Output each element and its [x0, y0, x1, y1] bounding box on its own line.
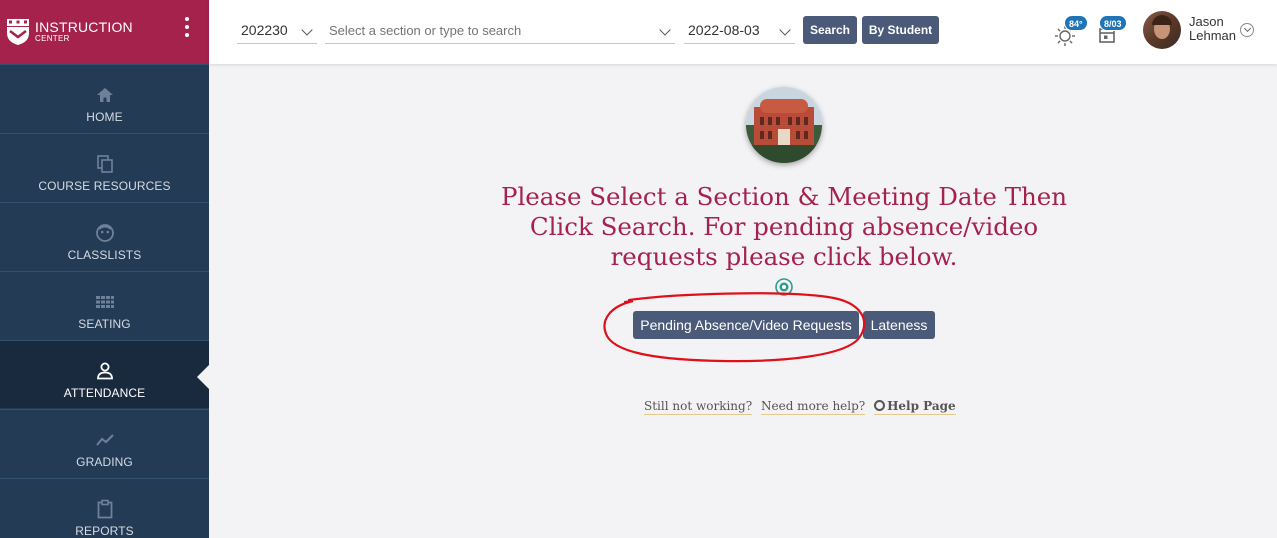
- term-select[interactable]: 202230: [237, 17, 317, 44]
- top-bar: 202230 2022-08-03 Search By Student 84° …: [209, 0, 1277, 64]
- date-value: 2022-08-03: [688, 22, 760, 38]
- home-icon: [96, 88, 113, 102]
- chevron-down-icon: [779, 24, 791, 36]
- user-last-name: Lehman: [1189, 28, 1236, 43]
- sidebar-item-seating[interactable]: SEATING: [0, 271, 209, 339]
- sidebar-item-label: HOME: [86, 110, 123, 124]
- clipboard-icon: [97, 499, 112, 519]
- instruction-headline: Please Select a Section & Meeting Date T…: [500, 182, 1068, 271]
- sidebar-item-label: REPORTS: [75, 524, 134, 538]
- user-name[interactable]: Jason Lehman: [1189, 15, 1236, 43]
- search-button[interactable]: Search: [803, 16, 857, 44]
- help-links: Still not working? Need more help? Help …: [644, 399, 961, 415]
- sidebar-item-label: CLASSLISTS: [67, 248, 142, 262]
- weather-badge: 84°: [1064, 15, 1088, 31]
- sidebar-item-label: SEATING: [78, 317, 131, 331]
- sidebar-item-label: GRADING: [76, 455, 133, 469]
- sidebar-item-classlists[interactable]: CLASSLISTS: [0, 202, 209, 270]
- sidebar-item-course-resources[interactable]: COURSE RESOURCES: [0, 133, 209, 201]
- sidebar-item-label: COURSE RESOURCES: [38, 179, 171, 193]
- kebab-menu-icon[interactable]: [183, 17, 191, 37]
- brand-bar: INSTRUCTION CENTER: [0, 0, 209, 64]
- copy-icon: [96, 155, 113, 173]
- avatar[interactable]: [1143, 11, 1181, 49]
- grid-icon: [95, 296, 114, 308]
- sidebar-item-attendance[interactable]: ATTENDANCE: [0, 340, 209, 408]
- chevron-down-icon: [659, 24, 671, 36]
- need-more-help-link[interactable]: Need more help?: [760, 399, 866, 415]
- help-page-label: Help Page: [887, 399, 956, 413]
- term-value: 202230: [241, 22, 288, 38]
- lateness-button[interactable]: Lateness: [863, 311, 935, 339]
- campus-building-image: [746, 87, 822, 163]
- by-student-button[interactable]: By Student: [862, 16, 939, 44]
- brand-title: INSTRUCTION: [35, 19, 133, 35]
- user-menu-chevron-icon[interactable]: [1240, 23, 1254, 37]
- chevron-down-icon: [301, 24, 313, 36]
- brand-subtitle: CENTER: [35, 34, 70, 43]
- user-first-name: Jason: [1189, 14, 1224, 29]
- sidebar-item-label: ATTENDANCE: [63, 386, 146, 400]
- section-select[interactable]: [325, 17, 675, 44]
- sidebar-item-home[interactable]: HOME: [0, 64, 209, 132]
- date-select[interactable]: 2022-08-03: [684, 17, 795, 44]
- trend-icon: [95, 434, 114, 446]
- active-indicator: [197, 365, 209, 389]
- main-content: Please Select a Section & Meeting Date T…: [209, 64, 1277, 538]
- lifebuoy-icon: [874, 400, 886, 411]
- person-icon: [96, 362, 113, 380]
- section-search-input[interactable]: [329, 23, 524, 38]
- red-circle-annotation: [603, 292, 866, 363]
- face-icon: [95, 224, 114, 242]
- sidebar: INSTRUCTION CENTER HOME COURSE RESOURCES…: [0, 0, 209, 538]
- help-page-link[interactable]: Help Page: [874, 399, 956, 415]
- calendar-badge: 8/03: [1099, 15, 1127, 31]
- university-shield-icon: [7, 19, 29, 45]
- sidebar-item-grading[interactable]: GRADING: [0, 409, 209, 477]
- still-not-working-link[interactable]: Still not working?: [644, 399, 753, 415]
- sidebar-item-reports[interactable]: REPORTS: [0, 478, 209, 538]
